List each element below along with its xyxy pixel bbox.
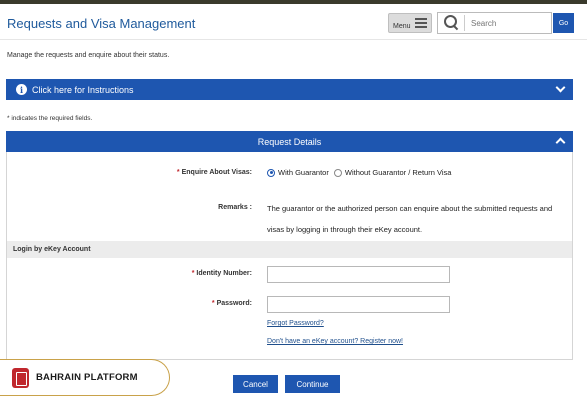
- radio-without-guarantor-label[interactable]: Without Guarantor / Return Visa: [345, 168, 452, 177]
- hamburger-icon: [415, 18, 427, 30]
- password-label: * Password:: [211, 300, 252, 307]
- remarks-text: The guarantor or the authorized person c…: [267, 204, 553, 234]
- top-strip: [0, 0, 587, 4]
- identity-number-field[interactable]: [267, 266, 450, 283]
- password-field[interactable]: [267, 296, 450, 313]
- search-box: [437, 12, 552, 34]
- page-title: Requests and Visa Management: [7, 16, 196, 31]
- header-divider: [0, 39, 587, 40]
- menu-button[interactable]: Menu: [388, 13, 432, 33]
- enquire-label: * Enquire About Visas:: [176, 169, 252, 176]
- required-note: * indicates the required fields.: [7, 115, 93, 122]
- remarks-label: Remarks :: [218, 204, 252, 211]
- search-input[interactable]: [471, 18, 551, 28]
- menu-label: Menu: [393, 23, 411, 30]
- login-section-header: Login by eKey Account: [7, 241, 572, 258]
- search-icon[interactable]: [443, 14, 461, 32]
- identity-label: * Identity Number:: [191, 270, 252, 277]
- request-details-title: Request Details: [257, 136, 322, 147]
- forgot-password-link[interactable]: Forgot Password?: [267, 320, 324, 327]
- instructions-label: Click here for Instructions: [32, 84, 134, 95]
- chevron-down-icon: [555, 82, 566, 93]
- search-divider: [464, 15, 465, 31]
- page-subtitle: Manage the requests and enquire about th…: [7, 52, 170, 59]
- continue-button[interactable]: Continue: [285, 375, 340, 393]
- enquire-radio-group: With Guarantor Without Guarantor / Retur…: [267, 168, 456, 177]
- cancel-button[interactable]: Cancel: [233, 375, 278, 393]
- register-link[interactable]: Don't have an eKey account? Register now…: [267, 338, 403, 345]
- bahrain-platform-logo-icon: [12, 367, 29, 388]
- go-button[interactable]: Go: [553, 13, 574, 33]
- bahrain-platform-badge: BAHRAIN PLATFORM: [0, 359, 170, 396]
- radio-with-guarantor[interactable]: [267, 168, 275, 177]
- badge-text: BAHRAIN PLATFORM: [36, 372, 138, 383]
- radio-with-guarantor-label[interactable]: With Guarantor: [278, 168, 329, 177]
- chevron-up-icon: [555, 137, 566, 148]
- request-details-header[interactable]: Request Details: [6, 131, 573, 152]
- radio-without-guarantor[interactable]: [333, 168, 342, 177]
- info-icon: i: [16, 84, 27, 95]
- instructions-toggle[interactable]: i Click here for Instructions: [6, 79, 573, 100]
